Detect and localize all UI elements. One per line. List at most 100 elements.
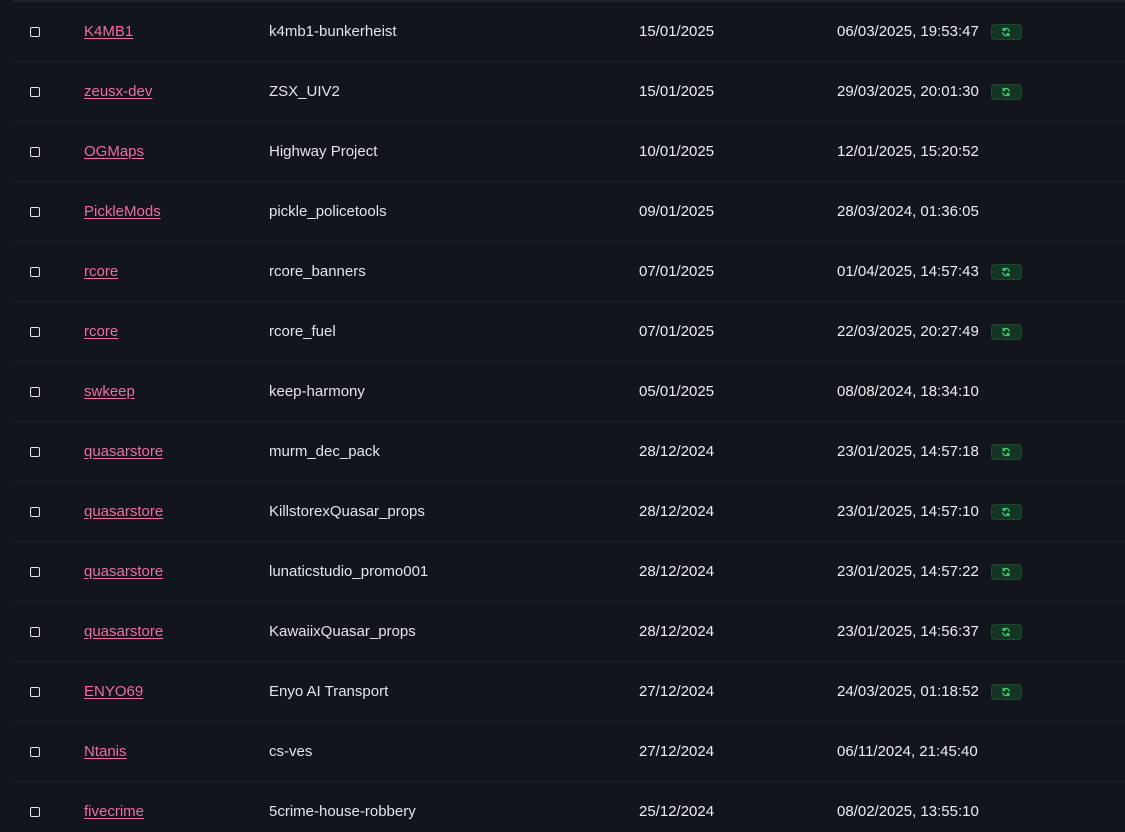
row-select-checkbox[interactable] [30,686,40,697]
sync-status-badge[interactable] [990,323,1022,340]
resource-name: cs-ves [269,743,313,760]
checkbox-cell [30,242,44,301]
refresh-icon [1002,267,1011,276]
author-cell: OGMaps [84,122,144,181]
table-row: rcore rcore_banners 07/01/2025 01/04/202… [12,242,1125,302]
resource-table: K4MB1 k4mb1-bunkerheist 15/01/2025 06/03… [0,0,1125,832]
author-link[interactable]: zeusx-dev [84,83,152,100]
sync-status-badge[interactable] [990,443,1022,460]
refresh-icon [1002,507,1011,516]
updated-cell: 23/01/2025, 14:56:37 [837,602,1022,661]
sync-status-badge[interactable] [990,563,1022,580]
row-select-checkbox[interactable] [30,446,40,457]
row-select-checkbox[interactable] [30,266,40,277]
author-cell: zeusx-dev [84,62,152,121]
author-cell: swkeep [84,362,135,421]
author-link[interactable]: rcore [84,263,118,280]
sync-status-badge[interactable] [990,23,1022,40]
release-date: 10/01/2025 [639,143,715,160]
last-updated: 24/03/2025, 01:18:52 [837,683,979,700]
row-select-checkbox[interactable] [30,326,40,337]
updated-cell: 08/02/2025, 13:55:10 [837,782,979,832]
author-cell: ENYO69 [84,662,143,721]
release-date: 15/01/2025 [639,83,715,100]
sync-status-badge[interactable] [990,83,1022,100]
row-select-checkbox[interactable] [30,386,40,397]
author-link[interactable]: PickleMods [84,203,161,220]
author-cell: PickleMods [84,182,161,241]
refresh-icon [1002,627,1011,636]
row-select-checkbox[interactable] [30,566,40,577]
table-body: K4MB1 k4mb1-bunkerheist 15/01/2025 06/03… [12,2,1125,832]
author-link[interactable]: quasarstore [84,503,163,520]
sync-status-badge[interactable] [990,683,1022,700]
checkbox-cell [30,422,44,481]
author-link[interactable]: ENYO69 [84,683,143,700]
last-updated: 06/11/2024, 21:45:40 [837,743,978,760]
updated-cell: 06/11/2024, 21:45:40 [837,722,978,781]
updated-cell: 22/03/2025, 20:27:49 [837,302,1022,361]
release-date: 28/12/2024 [639,503,715,520]
updated-cell: 01/04/2025, 14:57:43 [837,242,1022,301]
author-link[interactable]: K4MB1 [84,23,133,40]
author-link[interactable]: quasarstore [84,563,163,580]
author-link[interactable]: fivecrime [84,803,144,820]
row-select-checkbox[interactable] [30,506,40,517]
author-link[interactable]: rcore [84,323,118,340]
author-cell: Ntanis [84,722,127,781]
table-row: quasarstore lunaticstudio_promo001 28/12… [12,542,1125,602]
updated-cell: 28/03/2024, 01:36:05 [837,182,979,241]
row-select-checkbox[interactable] [30,86,40,97]
resource-name: ZSX_UIV2 [269,83,340,100]
author-link[interactable]: OGMaps [84,143,144,160]
sync-status-badge[interactable] [990,263,1022,280]
release-date: 15/01/2025 [639,23,715,40]
release-date: 07/01/2025 [639,323,715,340]
author-cell: quasarstore [84,482,163,541]
table-row: quasarstore KawaiixQuasar_props 28/12/20… [12,602,1125,662]
release-date: 27/12/2024 [639,743,715,760]
sync-status-badge[interactable] [990,503,1022,520]
table-row: K4MB1 k4mb1-bunkerheist 15/01/2025 06/03… [12,2,1125,62]
author-link[interactable]: quasarstore [84,443,163,460]
refresh-icon [1002,687,1011,696]
row-select-checkbox[interactable] [30,806,40,817]
last-updated: 08/02/2025, 13:55:10 [837,803,979,820]
row-select-checkbox[interactable] [30,626,40,637]
checkbox-cell [30,782,44,832]
row-select-checkbox[interactable] [30,26,40,37]
updated-cell: 23/01/2025, 14:57:22 [837,542,1022,601]
table-row: zeusx-dev ZSX_UIV2 15/01/2025 29/03/2025… [12,62,1125,122]
release-date: 27/12/2024 [639,683,715,700]
last-updated: 29/03/2025, 20:01:30 [837,83,979,100]
resource-name: Highway Project [269,143,378,160]
last-updated: 23/01/2025, 14:56:37 [837,623,979,640]
table-row: quasarstore murm_dec_pack 28/12/2024 23/… [12,422,1125,482]
resource-name: murm_dec_pack [269,443,380,460]
updated-cell: 12/01/2025, 15:20:52 [837,122,979,181]
checkbox-cell [30,722,44,781]
author-link[interactable]: Ntanis [84,743,127,760]
author-link[interactable]: swkeep [84,383,135,400]
sync-status-badge[interactable] [990,623,1022,640]
table-row: Ntanis cs-ves 27/12/2024 06/11/2024, 21:… [12,722,1125,782]
resource-name: k4mb1-bunkerheist [269,23,397,40]
checkbox-cell [30,62,44,121]
author-cell: quasarstore [84,602,163,661]
table-row: fivecrime 5crime-house-robbery 25/12/202… [12,782,1125,832]
checkbox-cell [30,482,44,541]
last-updated: 28/03/2024, 01:36:05 [837,203,979,220]
resource-name: pickle_policetools [269,203,387,220]
updated-cell: 23/01/2025, 14:57:18 [837,422,1022,481]
resource-name: rcore_banners [269,263,366,280]
resource-name: keep-harmony [269,383,365,400]
checkbox-cell [30,662,44,721]
refresh-icon [1002,27,1011,36]
table-row: quasarstore KillstorexQuasar_props 28/12… [12,482,1125,542]
row-select-checkbox[interactable] [30,746,40,757]
release-date: 09/01/2025 [639,203,715,220]
author-link[interactable]: quasarstore [84,623,163,640]
checkbox-cell [30,362,44,421]
row-select-checkbox[interactable] [30,146,40,157]
row-select-checkbox[interactable] [30,206,40,217]
